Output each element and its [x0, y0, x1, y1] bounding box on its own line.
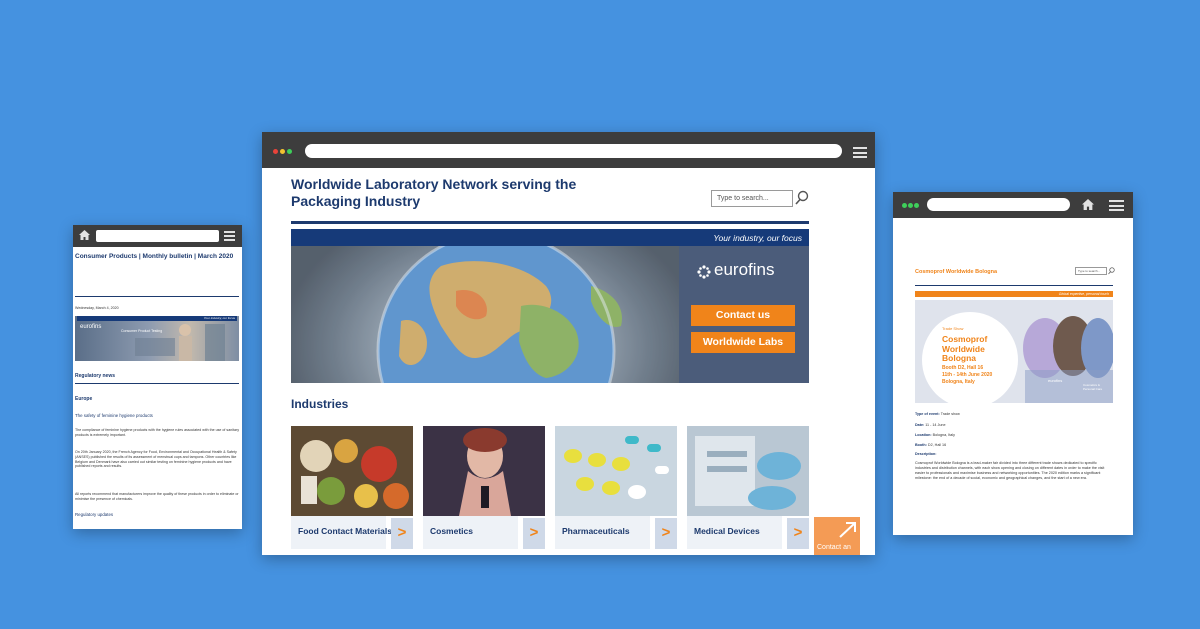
hamburger-menu-icon[interactable]	[853, 147, 867, 158]
food-image	[291, 426, 413, 516]
meta-date: Date: 11 - 14 June	[915, 423, 1113, 428]
arrow-up-right-icon	[839, 522, 856, 538]
medical-image	[687, 426, 809, 516]
chevron-right-icon[interactable]: >	[391, 518, 413, 549]
industries-heading: Industries	[291, 397, 349, 411]
hero-sidebar: eurofins Contact us Worldwide Labs	[679, 246, 809, 383]
region-heading: Europe	[75, 396, 93, 402]
contact-us-button[interactable]: Contact us	[691, 305, 795, 326]
packaging-page-window: Worldwide Laboratory Network serving the…	[262, 132, 875, 555]
contact-corner-label: Contact an	[817, 544, 851, 551]
eurofins-logo: eurofins	[697, 260, 774, 280]
address-bar[interactable]	[305, 144, 842, 158]
orange-strip: Global expertise, personal touch	[915, 291, 1113, 297]
chevron-right-icon[interactable]: >	[655, 518, 677, 549]
meta-booth: Booth: D2, Hall 16	[915, 443, 1113, 448]
title-divider	[291, 221, 809, 224]
regulatory-updates-link[interactable]: Regulatory updates	[75, 512, 113, 517]
tile-label: Food Contact Materials	[291, 516, 392, 549]
home-icon[interactable]	[1082, 199, 1094, 210]
meta-label: Location:	[915, 433, 932, 437]
search-input[interactable]: Type to search...	[1075, 267, 1107, 275]
hamburger-menu-icon[interactable]	[224, 231, 235, 241]
tile-label: Pharmaceuticals	[555, 516, 650, 549]
hero-tagline: Your industry, our focus	[291, 229, 809, 246]
banner-logo: eurofins	[1048, 378, 1063, 383]
divider	[75, 296, 239, 297]
search-icon[interactable]	[795, 190, 809, 206]
event-page-window: Cosmoprof Worldwide Bologna Type to sear…	[893, 192, 1133, 535]
meta-type: Type of event: Trade show	[915, 412, 1113, 417]
globe-illustration	[291, 246, 679, 383]
article-paragraph: On 20th January 2020, the French Agency …	[75, 450, 237, 469]
search-icon[interactable]	[1108, 267, 1115, 275]
banner-subtitle: Consumer Product Testing	[121, 329, 163, 333]
banner-booth: Booth D2, Hall 16	[942, 365, 984, 371]
window-dot-icon	[902, 203, 907, 208]
banner-badge: Cosmetics & Personal Care	[1083, 383, 1103, 391]
bulletin-banner: Your industry, our focus eurofins Consum…	[75, 316, 239, 361]
window-close-dot[interactable]	[273, 149, 278, 154]
address-bar[interactable]	[96, 230, 219, 242]
contact-corner-button[interactable]: Contact an	[814, 517, 860, 555]
banner-tagline: Your industry, our focus	[77, 316, 237, 321]
globe-image	[291, 246, 679, 383]
article-link[interactable]: The safety of feminine hygiene products	[75, 413, 153, 418]
industry-tile-pharmaceuticals[interactable]: Pharmaceuticals >	[555, 426, 677, 549]
article-paragraph: All reports recommend that manufacturers…	[75, 492, 239, 501]
banner-event-name: Cosmoprof Worldwide Bologna	[942, 334, 988, 363]
window-dot-icon	[908, 203, 913, 208]
meta-value: Trade show	[940, 412, 960, 416]
search-input[interactable]: Type to search...	[711, 190, 793, 207]
industry-tile-cosmetics[interactable]: Cosmetics >	[423, 426, 545, 549]
cosmetics-image	[423, 426, 545, 516]
address-bar[interactable]	[927, 198, 1070, 211]
bulletin-title: Consumer Products | Monthly bulletin | M…	[75, 253, 234, 260]
section-heading-regulatory: Regulatory news	[75, 373, 116, 379]
event-banner: Trade Show Cosmoprof Worldwide Bologna B…	[915, 300, 1113, 403]
banner-image	[135, 324, 225, 361]
browser-toolbar	[262, 132, 875, 168]
logo-text: eurofins	[714, 260, 775, 279]
browser-toolbar	[73, 225, 242, 247]
meta-label: Description:	[915, 452, 937, 456]
hamburger-menu-icon[interactable]	[1109, 200, 1124, 211]
mobile-bulletin-window: Consumer Products | Monthly bulletin | M…	[73, 225, 242, 529]
banner-logo: eurofins	[80, 324, 102, 330]
meta-description-label: Description:	[915, 452, 1113, 457]
divider	[915, 285, 1113, 286]
tile-label: Medical Devices	[687, 516, 782, 549]
banner-kicker: Trade Show	[942, 326, 964, 331]
eurofins-mark-icon	[697, 264, 711, 279]
tile-label: Cosmetics	[423, 516, 518, 549]
pharma-image	[555, 426, 677, 516]
meta-value: Bologna, Italy	[932, 433, 955, 437]
meta-value: 11 - 14 June	[925, 423, 946, 427]
divider	[75, 383, 239, 384]
meta-label: Booth:	[915, 443, 927, 447]
window-minimize-dot[interactable]	[280, 149, 285, 154]
hero-banner: Your industry, our focus eurofins Contac…	[291, 229, 809, 383]
window-maximize-dot[interactable]	[287, 149, 292, 154]
page-title: Worldwide Laboratory Network serving the…	[291, 176, 577, 209]
chevron-right-icon[interactable]: >	[787, 518, 809, 549]
browser-toolbar	[893, 192, 1133, 218]
banner-dates: 11th - 14th June 2020	[942, 372, 993, 378]
meta-label: Date:	[915, 423, 925, 427]
industry-tile-medical-devices[interactable]: Medical Devices >	[687, 426, 809, 549]
home-icon[interactable]	[79, 230, 90, 240]
meta-location: Location: Bologna, Italy	[915, 433, 1113, 438]
banner-city: Bologna, Italy	[942, 379, 975, 385]
event-description: Cosmoprof Worldwide Bologna is a lead-ma…	[915, 461, 1105, 480]
industry-tile-food-contact[interactable]: Food Contact Materials >	[291, 426, 413, 549]
article-paragraph: The compliance of feminine hygiene produ…	[75, 428, 240, 437]
chevron-right-icon[interactable]: >	[523, 518, 545, 549]
bulletin-date: Wednesday, March 4, 2020	[75, 306, 119, 310]
window-dot-icon	[914, 203, 919, 208]
meta-label: Type of event:	[915, 412, 940, 416]
meta-value: D2, Hall 16	[927, 443, 947, 447]
worldwide-labs-button[interactable]: Worldwide Labs	[691, 332, 795, 353]
page-title: Cosmoprof Worldwide Bologna	[915, 269, 998, 275]
